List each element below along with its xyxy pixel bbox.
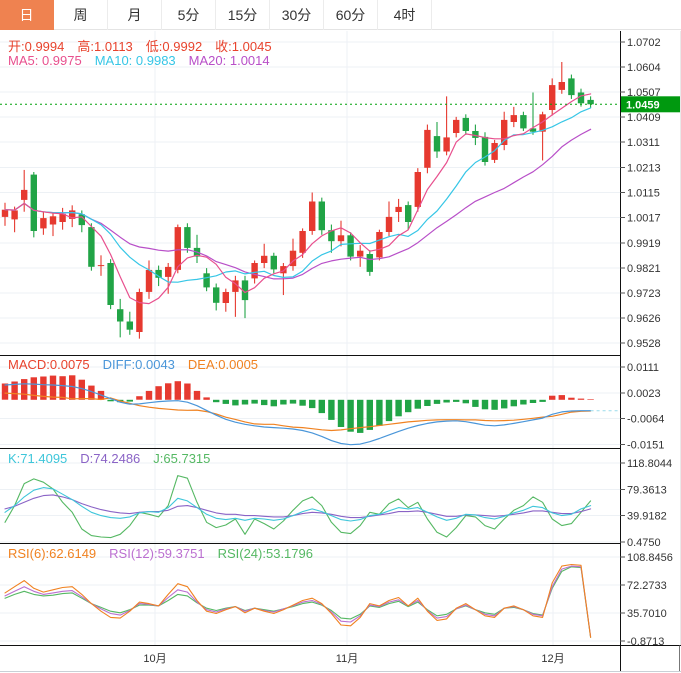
svg-text:0.9528: 0.9528 — [627, 338, 661, 350]
svg-text:1.0017: 1.0017 — [627, 213, 661, 225]
tab-60min[interactable]: 60分 — [324, 0, 378, 30]
tab-4hour[interactable]: 4时 — [378, 0, 432, 30]
svg-text:79.3613: 79.3613 — [627, 484, 667, 496]
svg-text:1.0213: 1.0213 — [627, 162, 661, 174]
svg-text:0.4750: 0.4750 — [627, 537, 661, 549]
tab-week[interactable]: 周 — [54, 0, 108, 30]
svg-text:1.0409: 1.0409 — [627, 112, 661, 124]
svg-text:0.9821: 0.9821 — [627, 263, 661, 275]
svg-text:0.9919: 0.9919 — [627, 238, 661, 250]
svg-text:-0.8713: -0.8713 — [627, 636, 664, 648]
svg-text:-0.0151: -0.0151 — [627, 439, 664, 451]
svg-text:1.0115: 1.0115 — [627, 188, 660, 200]
tab-month[interactable]: 月 — [108, 0, 162, 30]
tab-30min[interactable]: 30分 — [270, 0, 324, 30]
svg-text:35.7010: 35.7010 — [627, 608, 667, 620]
chart-canvas[interactable]: 1.0702 1.0604 1.0507 1.0409 1.0311 1.0213 1.01… — [0, 31, 681, 673]
period-tabbar: 日周月 5分 15分 30分 60分 4时 — [0, 0, 681, 30]
svg-text:-0.0064: -0.0064 — [627, 414, 664, 426]
svg-text:39.9182: 39.9182 — [627, 511, 667, 523]
svg-text:0.0023: 0.0023 — [627, 388, 661, 400]
kline-svg: 1.07021.06041.05071.04091.03111.02131.01… — [0, 31, 681, 672]
svg-text:10月: 10月 — [143, 653, 166, 665]
svg-text:1.0604: 1.0604 — [627, 62, 661, 74]
svg-text:12月: 12月 — [541, 653, 564, 665]
kline-chart-widget: 日周月 5分 15分 30分 60分 4时 开:0.9994 高:1.0113 低:0.999… — [0, 0, 681, 673]
svg-text:1.0459: 1.0459 — [626, 99, 660, 111]
svg-text:108.8456: 108.8456 — [627, 552, 673, 564]
svg-text:11月: 11月 — [336, 653, 358, 665]
svg-text:118.8044: 118.8044 — [627, 458, 672, 470]
tab-15min[interactable]: 15分 — [216, 0, 270, 30]
svg-text:0.9723: 0.9723 — [627, 288, 661, 300]
svg-text:0.0111: 0.0111 — [627, 362, 659, 374]
svg-text:0.9626: 0.9626 — [627, 313, 661, 325]
tab-day[interactable]: 日 — [0, 0, 54, 30]
svg-text:1.0702: 1.0702 — [627, 37, 661, 49]
tab-5min[interactable]: 5分 — [162, 0, 216, 30]
svg-text:72.2733: 72.2733 — [627, 580, 667, 592]
svg-text:1.0311: 1.0311 — [627, 137, 660, 149]
